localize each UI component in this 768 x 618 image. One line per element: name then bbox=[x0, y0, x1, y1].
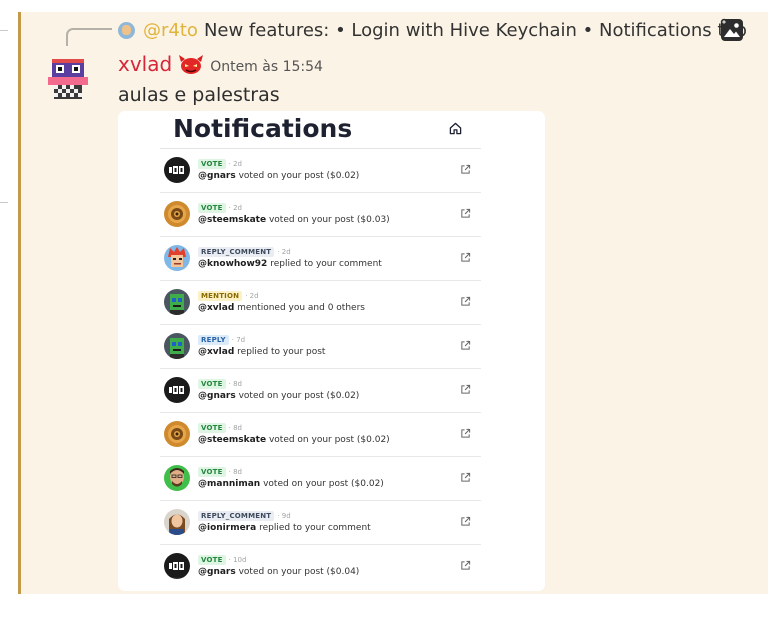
notification-text: @steemskate voted on your post ($0.03) bbox=[198, 215, 390, 225]
notification-type-badge: VOTE bbox=[198, 555, 226, 565]
message-header: xvlad Ontem às 15:54 bbox=[118, 52, 323, 76]
notification-text: @knowhow92 replied to your comment bbox=[198, 259, 382, 269]
reply-text: New features: • Login with Hive Keychain… bbox=[203, 19, 747, 41]
notification-text: @xvlad mentioned you and 0 others bbox=[198, 303, 365, 313]
replied-message-preview[interactable]: @r4to New features: • Login with Hive Ke… bbox=[118, 16, 747, 44]
notification-user: @manniman bbox=[198, 479, 261, 489]
notification-avatar bbox=[164, 509, 190, 535]
notification-type-badge: VOTE bbox=[198, 423, 226, 433]
notification-avatar bbox=[164, 465, 190, 491]
notification-row: VOTE · 8d @gnars voted on your post ($0.… bbox=[160, 369, 481, 413]
notification-time: · 2d bbox=[228, 160, 242, 168]
author-avatar[interactable] bbox=[46, 57, 90, 101]
notification-type-badge: REPLY bbox=[198, 335, 229, 345]
author-name[interactable]: xvlad bbox=[118, 52, 172, 76]
notification-time: · 2d bbox=[228, 204, 242, 212]
attached-screenshot[interactable]: Notifications VOTE · 2d @gnars voted on … bbox=[118, 111, 545, 591]
notification-row: REPLY_COMMENT · 9d @ionirmera replied to… bbox=[160, 501, 481, 545]
notification-text: @gnars voted on your post ($0.02) bbox=[198, 171, 360, 181]
rail-divider bbox=[0, 202, 8, 203]
notification-row: REPLY · 7d @xvlad replied to your post bbox=[160, 325, 481, 369]
rail-divider bbox=[0, 30, 8, 31]
image-icon[interactable] bbox=[720, 18, 744, 42]
notification-user: @knowhow92 bbox=[198, 259, 268, 269]
external-link-icon bbox=[461, 296, 471, 306]
notification-avatar bbox=[164, 245, 190, 271]
external-link-icon bbox=[461, 472, 471, 482]
notification-user: @gnars bbox=[198, 171, 236, 181]
notification-user: @steemskate bbox=[198, 435, 267, 445]
notification-avatar bbox=[164, 553, 190, 579]
notification-user: @xvlad bbox=[198, 347, 235, 357]
external-link-icon bbox=[461, 384, 471, 394]
notification-type-badge: VOTE bbox=[198, 379, 226, 389]
notification-avatar bbox=[164, 157, 190, 183]
notification-text: @steemskate voted on your post ($0.02) bbox=[198, 435, 390, 445]
notification-type-badge: REPLY_COMMENT bbox=[198, 247, 275, 257]
notification-time: · 9d bbox=[277, 512, 291, 520]
external-link-icon bbox=[461, 252, 471, 262]
notification-time: · 2d bbox=[277, 248, 291, 256]
notification-time: · 7d bbox=[231, 336, 246, 344]
notification-type-badge: MENTION bbox=[198, 291, 243, 301]
notification-user: @gnars bbox=[198, 391, 236, 401]
notification-text: @manniman voted on your post ($0.02) bbox=[198, 479, 384, 489]
devil-role-icon[interactable] bbox=[178, 53, 204, 75]
notification-row: REPLY_COMMENT · 2d @knowhow92 replied to… bbox=[160, 237, 481, 281]
home-icon bbox=[449, 122, 462, 135]
notification-time: · 8d bbox=[228, 468, 242, 476]
reply-author-name[interactable]: @r4to bbox=[143, 20, 198, 41]
left-rail bbox=[0, 0, 18, 618]
notification-avatar bbox=[164, 377, 190, 403]
notification-text: @ionirmera replied to your comment bbox=[198, 523, 371, 533]
notification-row: VOTE · 8d @steemskate voted on your post… bbox=[160, 413, 481, 457]
notification-type-badge: VOTE bbox=[198, 203, 226, 213]
notification-avatar bbox=[164, 201, 190, 227]
notification-text: @xvlad replied to your post bbox=[198, 347, 326, 357]
message-text: aulas e palestras bbox=[118, 84, 280, 106]
external-link-icon bbox=[461, 164, 471, 174]
external-link-icon bbox=[461, 516, 471, 526]
external-link-icon bbox=[461, 208, 471, 218]
notification-user: @gnars bbox=[198, 567, 236, 577]
notification-row: VOTE · 8d @manniman voted on your post (… bbox=[160, 457, 481, 501]
notification-avatar bbox=[164, 421, 190, 447]
notification-text: @gnars voted on your post ($0.02) bbox=[198, 391, 360, 401]
notification-text: @gnars voted on your post ($0.04) bbox=[198, 567, 360, 577]
notification-time: · 2d bbox=[245, 292, 259, 300]
external-link-icon bbox=[461, 428, 471, 438]
notification-user: @xvlad bbox=[198, 303, 235, 313]
notification-avatar bbox=[164, 289, 190, 315]
screenshot-bottom-fade bbox=[118, 577, 545, 591]
reply-connector bbox=[66, 28, 112, 46]
notification-row: VOTE · 2d @gnars voted on your post ($0.… bbox=[160, 149, 481, 193]
highlight-accent-bar bbox=[18, 12, 21, 594]
notification-type-badge: REPLY_COMMENT bbox=[198, 511, 275, 521]
notification-user: @steemskate bbox=[198, 215, 267, 225]
notification-time: · 10d bbox=[228, 556, 247, 564]
notification-time: · 8d bbox=[228, 424, 242, 432]
notifications-title: Notifications bbox=[173, 114, 353, 143]
notification-row: VOTE · 2d @steemskate voted on your post… bbox=[160, 193, 481, 237]
notification-user: @ionirmera bbox=[198, 523, 257, 533]
notification-type-badge: VOTE bbox=[198, 159, 226, 169]
reply-author-avatar[interactable] bbox=[118, 21, 135, 39]
notification-row: MENTION · 2d @xvlad mentioned you and 0 … bbox=[160, 281, 481, 325]
external-link-icon bbox=[461, 340, 471, 350]
notification-list: VOTE · 2d @gnars voted on your post ($0.… bbox=[160, 149, 481, 588]
external-link-icon bbox=[461, 560, 471, 570]
notification-type-badge: VOTE bbox=[198, 467, 226, 477]
notification-time: · 8d bbox=[228, 380, 242, 388]
notification-avatar bbox=[164, 333, 190, 359]
message-timestamp: Ontem às 15:54 bbox=[210, 59, 323, 75]
